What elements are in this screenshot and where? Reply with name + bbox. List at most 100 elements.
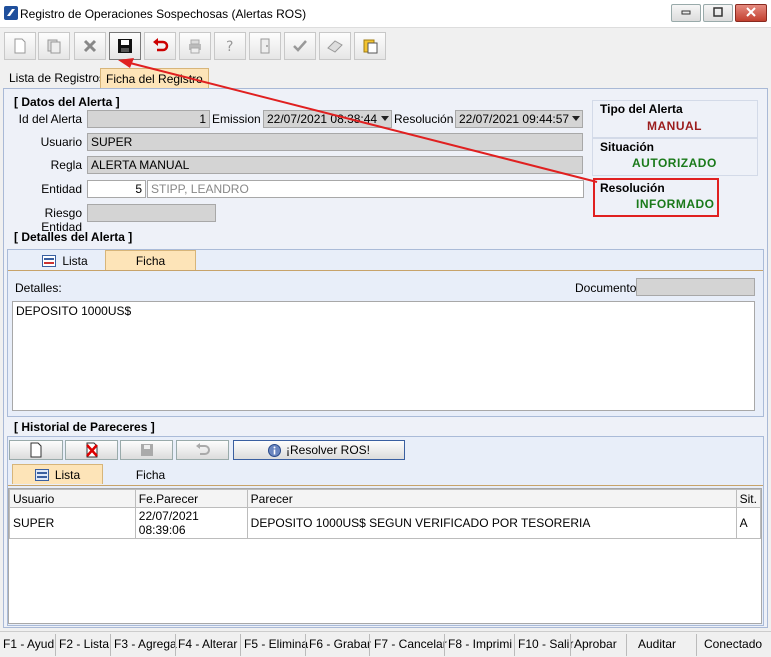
status-separator bbox=[570, 634, 571, 656]
riesgo-field[interactable] bbox=[87, 204, 216, 222]
tipo-value: MANUAL bbox=[647, 119, 702, 133]
door-exit-icon bbox=[260, 38, 270, 54]
status-connected: Conectado bbox=[704, 637, 763, 651]
check-icon bbox=[293, 40, 307, 52]
close-icon bbox=[746, 7, 756, 17]
entidad-name-field[interactable]: STIPP, LEANDRO bbox=[147, 180, 584, 198]
cell-usuario[interactable]: SUPER bbox=[9, 507, 136, 539]
entidad-code-field[interactable]: 5 bbox=[87, 180, 146, 198]
tab-ficha-registro[interactable]: Ficha del Registro bbox=[100, 68, 209, 88]
status-f4-alter[interactable]: F4 - Alterar bbox=[178, 637, 237, 651]
table-row[interactable]: SUPER 22/07/2021 08:39:06 DEPOSITO 1000U… bbox=[9, 507, 762, 539]
status-f3-add[interactable]: F3 - Agrega bbox=[114, 637, 177, 651]
print-button[interactable] bbox=[179, 32, 211, 60]
status-f8-print[interactable]: F8 - Imprimi bbox=[448, 637, 512, 651]
detalles-tab-lista-label: Lista bbox=[62, 254, 88, 268]
historial-delete-button[interactable] bbox=[65, 440, 118, 460]
regla-field[interactable]: ALERTA MANUAL bbox=[87, 156, 583, 174]
cell-parecer[interactable]: DEPOSITO 1000US$ SEGUN VERIFICADO POR TE… bbox=[246, 507, 737, 539]
status-separator bbox=[514, 634, 515, 656]
save-button[interactable] bbox=[109, 32, 141, 60]
usuario-label: Usuario bbox=[40, 135, 82, 149]
tab-lista-registros[interactable]: Lista de Registros bbox=[4, 68, 110, 88]
column-header-sit[interactable]: Sit. bbox=[735, 489, 762, 508]
resolucion-label: Resolución bbox=[394, 112, 454, 126]
historial-table-container: Usuario Fe.Parecer Parecer Sit. SUPER 22… bbox=[8, 488, 762, 624]
emission-date-value: 22/07/2021 08:38:44 bbox=[267, 112, 378, 126]
save-icon bbox=[140, 444, 153, 456]
chevron-down-icon bbox=[381, 116, 389, 121]
historial-undo-button[interactable] bbox=[176, 440, 229, 460]
minimize-icon bbox=[681, 10, 691, 15]
help-button[interactable]: ? bbox=[214, 32, 246, 60]
undo-button[interactable] bbox=[144, 32, 176, 60]
notes-icon bbox=[363, 39, 378, 54]
status-separator bbox=[626, 634, 627, 656]
historial-tab-lista-label: Lista bbox=[54, 467, 81, 482]
detalles-tab-lista[interactable]: Lista bbox=[30, 251, 100, 271]
print-icon bbox=[189, 39, 201, 54]
resolver-ros-button[interactable]: ¡Resolver ROS! bbox=[233, 440, 405, 460]
situacion-label: Situación bbox=[600, 140, 655, 154]
status-f10-exit[interactable]: F10 - Salir bbox=[518, 637, 573, 651]
notes-button[interactable] bbox=[354, 32, 386, 60]
cell-sit[interactable]: A bbox=[735, 507, 762, 539]
detalles-textarea[interactable]: DEPOSITO 1000US$ bbox=[12, 301, 755, 411]
status-f1-help[interactable]: F1 - Ayud bbox=[3, 637, 54, 651]
status-separator bbox=[55, 634, 56, 656]
resolucion-date-value: 22/07/2021 09:44:57 bbox=[459, 112, 570, 126]
usuario-field[interactable]: SUPER bbox=[87, 133, 583, 151]
id-field[interactable]: 1 bbox=[87, 110, 210, 128]
close-button[interactable] bbox=[735, 4, 767, 22]
datos-section-title: [ Datos del Alerta ] bbox=[14, 95, 120, 109]
delete-icon bbox=[83, 39, 97, 53]
detalles-section-title: [ Detalles del Alerta ] bbox=[14, 230, 133, 244]
detalles-tab-ficha[interactable]: Ficha bbox=[105, 250, 196, 270]
emission-date-select[interactable]: 22/07/2021 08:38:44 bbox=[263, 110, 392, 128]
minimize-button[interactable] bbox=[671, 4, 701, 22]
svg-text:?: ? bbox=[226, 39, 233, 55]
status-approve[interactable]: Aprobar bbox=[574, 637, 617, 651]
id-label: Id del Alerta bbox=[18, 112, 82, 126]
copy-button[interactable] bbox=[38, 32, 70, 60]
historial-tab-lista[interactable]: Lista bbox=[12, 464, 103, 484]
resolucion-date-select[interactable]: 22/07/2021 09:44:57 bbox=[455, 110, 583, 128]
status-separator bbox=[110, 634, 111, 656]
status-separator bbox=[444, 634, 445, 656]
resolver-ros-label: ¡Resolver ROS! bbox=[285, 443, 371, 457]
historial-tab-ficha[interactable]: Ficha bbox=[105, 465, 196, 485]
resolucion-status-label: Resolución bbox=[600, 181, 665, 195]
historial-section-title: [ Historial de Pareceres ] bbox=[14, 420, 155, 434]
status-f6-save[interactable]: F6 - Grabar bbox=[309, 637, 371, 651]
situacion-value: AUTORIZADO bbox=[632, 156, 717, 170]
new-button[interactable] bbox=[4, 32, 36, 60]
save-icon bbox=[118, 39, 132, 53]
status-f2-list[interactable]: F2 - Lista bbox=[59, 637, 109, 651]
status-audit[interactable]: Auditar bbox=[638, 637, 676, 651]
column-header-fecha[interactable]: Fe.Parecer bbox=[134, 489, 248, 508]
new-document-icon bbox=[30, 442, 42, 458]
cell-fecha[interactable]: 22/07/2021 08:39:06 bbox=[134, 507, 248, 539]
delete-document-icon bbox=[85, 442, 98, 458]
column-header-parecer[interactable]: Parecer bbox=[246, 489, 737, 508]
delete-button[interactable] bbox=[74, 32, 106, 60]
detalles-label: Detalles: bbox=[15, 281, 62, 295]
approve-button[interactable] bbox=[284, 32, 316, 60]
column-header-usuario[interactable]: Usuario bbox=[9, 489, 136, 508]
new-document-icon bbox=[14, 38, 26, 54]
status-separator bbox=[240, 634, 241, 656]
resolucion-status-value: INFORMADO bbox=[636, 197, 715, 211]
status-f7-cancel[interactable]: F7 - Cancelar bbox=[374, 637, 447, 651]
maximize-button[interactable] bbox=[703, 4, 733, 22]
undo-icon bbox=[195, 443, 210, 455]
historial-new-button[interactable] bbox=[9, 440, 63, 460]
clear-button[interactable] bbox=[319, 32, 351, 60]
status-f5-delete[interactable]: F5 - Elimina bbox=[244, 637, 308, 651]
eraser-icon bbox=[327, 40, 343, 53]
tipo-label: Tipo del Alerta bbox=[600, 102, 683, 116]
exit-button[interactable] bbox=[249, 32, 281, 60]
status-bar: F1 - Ayud F2 - Lista F3 - Agrega F4 - Al… bbox=[0, 631, 771, 657]
help-icon: ? bbox=[226, 39, 233, 55]
documento-field[interactable] bbox=[636, 278, 755, 296]
historial-save-button[interactable] bbox=[120, 440, 173, 460]
